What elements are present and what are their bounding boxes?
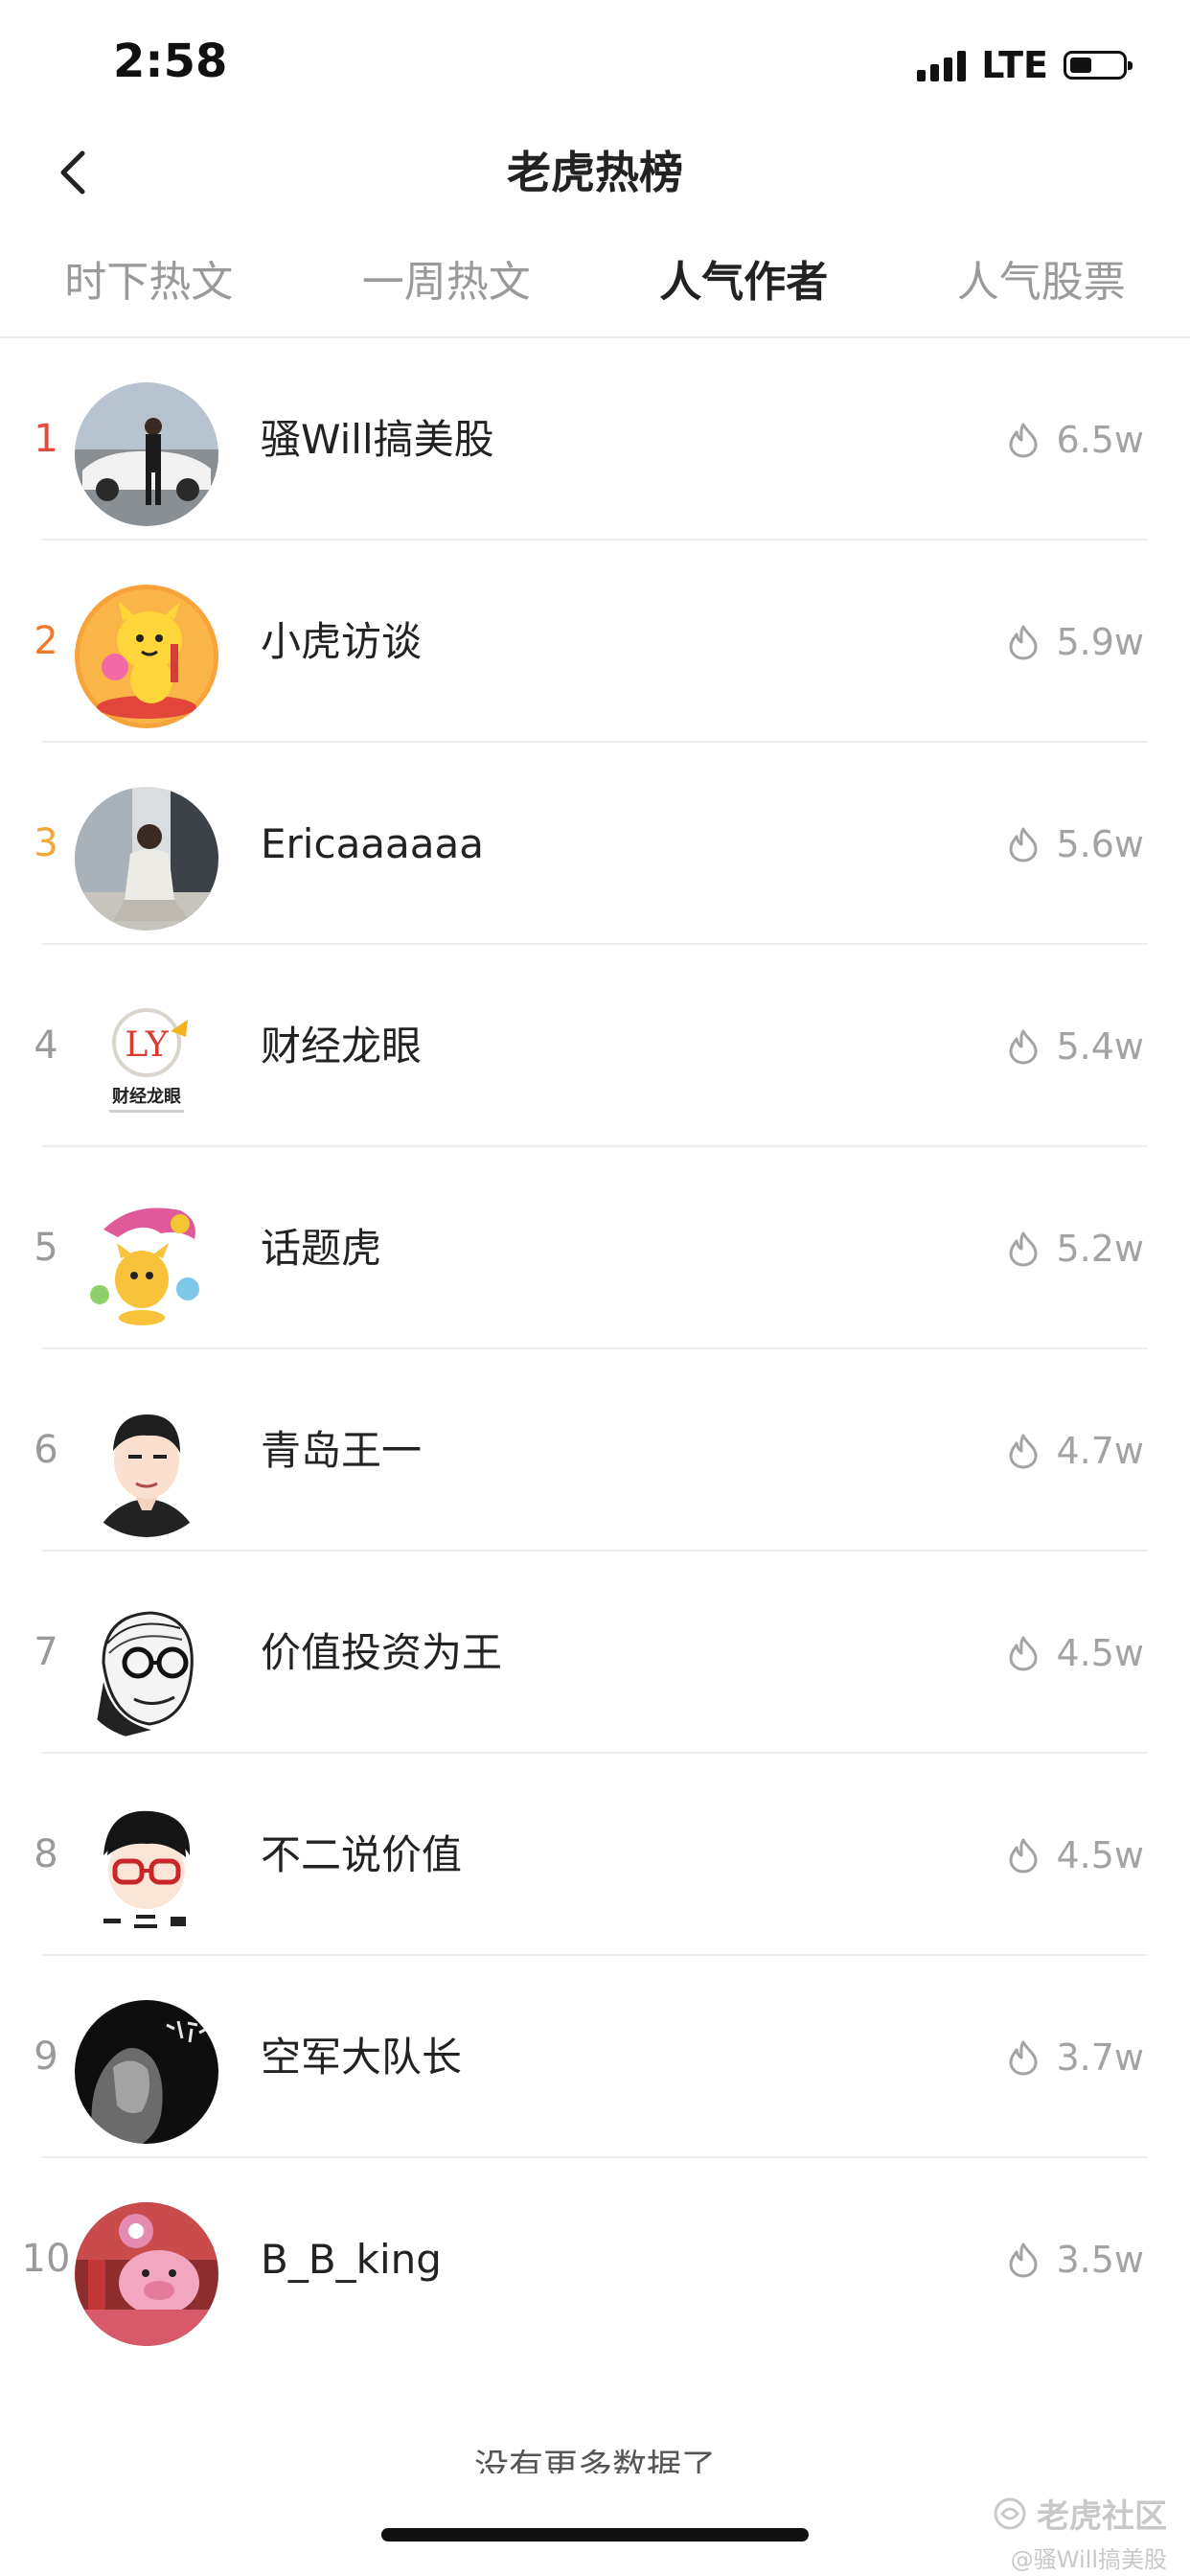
network-label: LTE [981, 44, 1048, 86]
author-name: Ericaaaaaa [261, 820, 484, 867]
author-name: B_B_king [261, 2236, 442, 2283]
watermark-brand: 老虎社区 [1037, 2497, 1167, 2536]
author-name: 小虎访谈 [261, 618, 423, 665]
status-time: 2:58 [113, 34, 228, 88]
author-name: 财经龙眼 [261, 1023, 423, 1070]
heat-value: 4.5w [1056, 1631, 1144, 1674]
flame-icon [1009, 2040, 1038, 2075]
end-of-list-text: 没有更多数据了 [473, 2448, 716, 2473]
avatar[interactable] [75, 382, 218, 526]
chevron-left-icon [60, 150, 85, 195]
watermark-user: @骚Will搞美股 [1010, 2546, 1167, 2573]
tab-popular-stocks[interactable]: 人气股票 [893, 235, 1190, 336]
status-bar: 2:58 LTE [0, 0, 1190, 125]
tiger-logo-icon [994, 2497, 1026, 2529]
avatar[interactable] [75, 1191, 218, 1335]
author-name: 空军大队长 [261, 2034, 463, 2081]
heat-value: 5.9w [1056, 620, 1144, 663]
flame-icon [1009, 1636, 1038, 1670]
home-indicator[interactable] [381, 2528, 809, 2542]
heat-value: 5.4w [1056, 1024, 1144, 1068]
author-name: 青岛王一 [261, 1427, 423, 1474]
avatar[interactable] [75, 1596, 218, 1739]
flame-icon [1009, 1434, 1038, 1468]
signal-icon [917, 49, 967, 81]
flame-icon [1009, 2242, 1038, 2277]
flame-icon [1009, 423, 1038, 457]
heat-score: 4.7w [1004, 1349, 1144, 1552]
author-row[interactable]: 2 小虎访谈 5.9w [0, 540, 1190, 743]
author-row[interactable]: 8 不二说价值 4.5w [0, 1754, 1190, 1956]
watermark: 老虎社区 @骚Will搞美股 [993, 2490, 1167, 2574]
flame-icon [1009, 1029, 1038, 1064]
author-name: 不二说价值 [261, 1831, 463, 1878]
author-row[interactable]: 4 LY 财经龙眼 财经龙眼 5.4w [0, 945, 1190, 1147]
tab-weekly-hot[interactable]: 一周热文 [298, 235, 596, 336]
avatar[interactable] [75, 585, 218, 728]
flame-icon [1009, 625, 1038, 659]
heat-score: 4.5w [1004, 1754, 1144, 1956]
avatar[interactable]: LY 财经龙眼 [75, 989, 218, 1133]
heat-score: 5.6w [1004, 743, 1144, 945]
page-title: 老虎热榜 [507, 147, 683, 198]
flame-icon [1009, 1838, 1038, 1873]
heat-value: 4.7w [1056, 1429, 1144, 1472]
heat-score: 5.4w [1004, 945, 1144, 1147]
author-row[interactable]: 7 价值投资为王 4.5w [0, 1552, 1190, 1754]
heat-value: 6.5w [1056, 418, 1144, 461]
heat-value: 3.5w [1056, 2238, 1144, 2281]
avatar[interactable] [75, 1798, 218, 1942]
heat-score: 4.5w [1004, 1552, 1144, 1754]
author-list: 1 骚Will搞美股 6.5w 2 小虎访谈 5.9w 3 Ericaaaaaa… [0, 338, 1190, 2360]
flame-icon [1009, 827, 1038, 862]
back-button[interactable] [42, 142, 103, 203]
tab-popular-authors[interactable]: 人气作者 [595, 235, 893, 336]
battery-icon [1064, 51, 1133, 80]
author-name: 价值投资为王 [261, 1629, 503, 1676]
heat-value: 5.6w [1056, 822, 1144, 865]
heat-score: 5.2w [1004, 1147, 1144, 1349]
status-indicators: LTE [917, 42, 1133, 88]
avatar[interactable] [75, 787, 218, 931]
author-row[interactable]: 10 B_B_king 3.5w [0, 2158, 1190, 2360]
watermark-brand-row: 老虎社区 [993, 2490, 1167, 2537]
avatar[interactable] [75, 1393, 218, 1537]
author-row[interactable]: 3 Ericaaaaaa 5.6w [0, 743, 1190, 945]
flame-icon [1009, 1231, 1038, 1266]
tab-bar: 时下热文 一周热文 人气作者 人气股票 [0, 235, 1190, 338]
avatar[interactable] [75, 2000, 218, 2144]
heat-value: 4.5w [1056, 1833, 1144, 1876]
logo-caption: 财经龙眼 [112, 1086, 181, 1107]
tab-recent-hot[interactable]: 时下热文 [0, 235, 298, 336]
nav-bar: 老虎热榜 [0, 125, 1190, 220]
heat-score: 3.7w [1004, 1956, 1144, 2158]
author-name: 话题虎 [261, 1225, 382, 1272]
author-row[interactable]: 6 青岛王一 4.7w [0, 1349, 1190, 1552]
author-row[interactable]: 5 话题虎 5.2w [0, 1147, 1190, 1349]
logo-letters: LY [125, 1025, 170, 1065]
author-name: 骚Will搞美股 [261, 416, 494, 463]
heat-score: 5.9w [1004, 540, 1144, 743]
author-row[interactable]: 1 骚Will搞美股 6.5w [0, 338, 1190, 540]
avatar[interactable] [75, 2202, 218, 2346]
heat-score: 3.5w [1004, 2158, 1144, 2360]
heat-value: 3.7w [1056, 2036, 1144, 2079]
heat-value: 5.2w [1056, 1227, 1144, 1270]
heat-score: 6.5w [1004, 338, 1144, 540]
author-row[interactable]: 9 空军大队长 3.7w [0, 1956, 1190, 2158]
